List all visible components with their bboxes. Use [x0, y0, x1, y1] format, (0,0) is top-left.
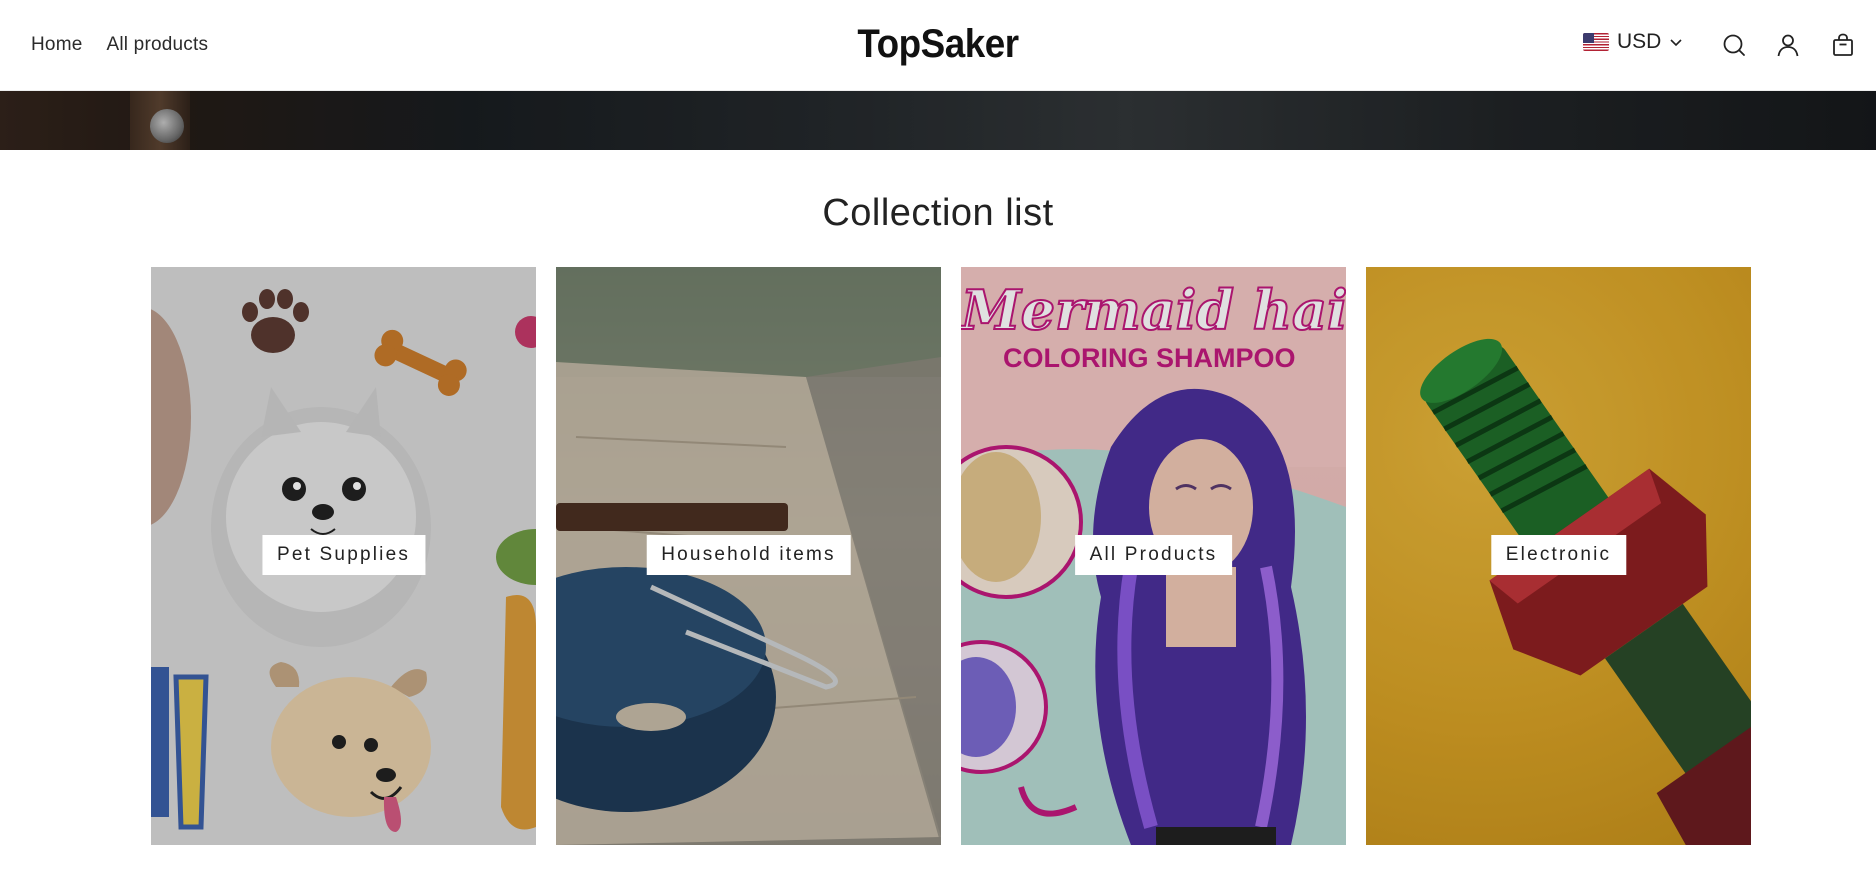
collection-card-pet-supplies[interactable]: Pet Supplies: [151, 267, 536, 845]
collection-list-title: Collection list: [822, 192, 1054, 234]
collection-card-label[interactable]: All Products: [1074, 535, 1233, 575]
collection-card-household-items[interactable]: Household items: [556, 267, 941, 845]
cart-icon[interactable]: [1830, 32, 1856, 58]
currency-selector[interactable]: USD: [1583, 30, 1683, 54]
chevron-down-icon: [1670, 39, 1682, 47]
collection-card-all-products[interactable]: Mermaid hair COLORING SHAMPOO All Produc…: [961, 267, 1346, 845]
us-flag-icon: [1583, 33, 1609, 51]
currency-code: USD: [1617, 30, 1662, 53]
collection-card-label[interactable]: Pet Supplies: [261, 535, 426, 575]
search-icon[interactable]: [1721, 32, 1747, 58]
hero-banner-image: [0, 91, 1876, 150]
site-header: Home All products TopSaker USD: [0, 0, 1876, 91]
account-icon[interactable]: [1775, 32, 1801, 58]
collection-card-label[interactable]: Household items: [646, 535, 851, 575]
collection-card-label[interactable]: Electronic: [1490, 535, 1627, 575]
site-logo[interactable]: TopSaker: [75, 22, 1801, 67]
collection-grid: Pet Supplies Household items Mermaid hai…: [151, 267, 1751, 845]
collection-card-electronic[interactable]: Electronic: [1366, 267, 1751, 845]
